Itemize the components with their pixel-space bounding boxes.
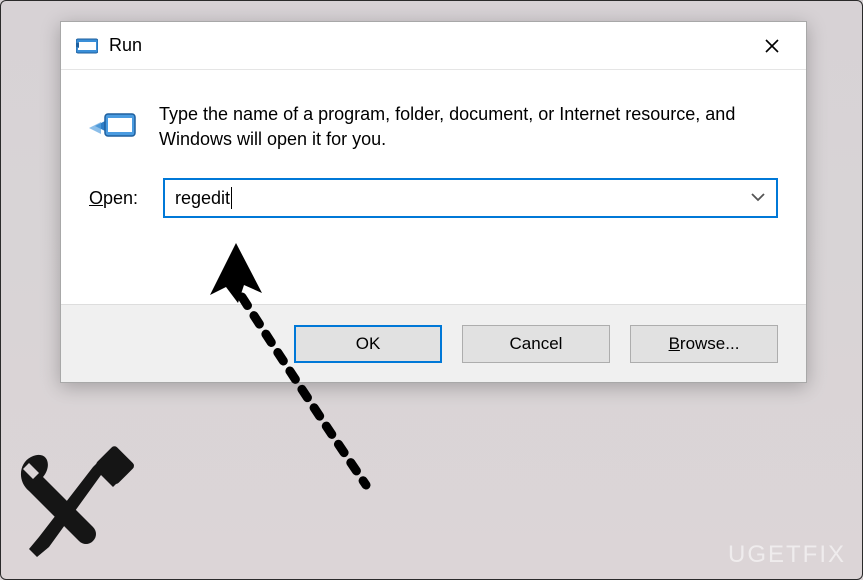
- tools-icon: [9, 441, 139, 571]
- input-row: Open: regedit: [61, 152, 806, 218]
- run-body-icon: [89, 104, 137, 152]
- instruction-text: Type the name of a program, folder, docu…: [159, 102, 778, 152]
- open-combobox[interactable]: regedit: [163, 178, 778, 218]
- close-button[interactable]: [750, 30, 794, 62]
- ok-button[interactable]: OK: [294, 325, 442, 363]
- run-title-icon: [75, 34, 99, 58]
- dialog-content: Type the name of a program, folder, docu…: [61, 70, 806, 152]
- open-label: Open:: [89, 188, 149, 209]
- titlebar[interactable]: Run: [61, 22, 806, 70]
- browse-button[interactable]: Browse...: [630, 325, 778, 363]
- open-input-value: regedit: [175, 188, 230, 209]
- text-cursor: [231, 187, 232, 209]
- button-row: OK Cancel Browse...: [61, 304, 806, 382]
- dialog-title: Run: [109, 35, 750, 56]
- close-icon: [765, 39, 779, 53]
- watermark-text: UGETFIX: [728, 541, 846, 569]
- run-dialog: Run Type the name of a program, folder, …: [60, 21, 807, 383]
- chevron-down-icon[interactable]: [750, 189, 766, 207]
- cancel-button[interactable]: Cancel: [462, 325, 610, 363]
